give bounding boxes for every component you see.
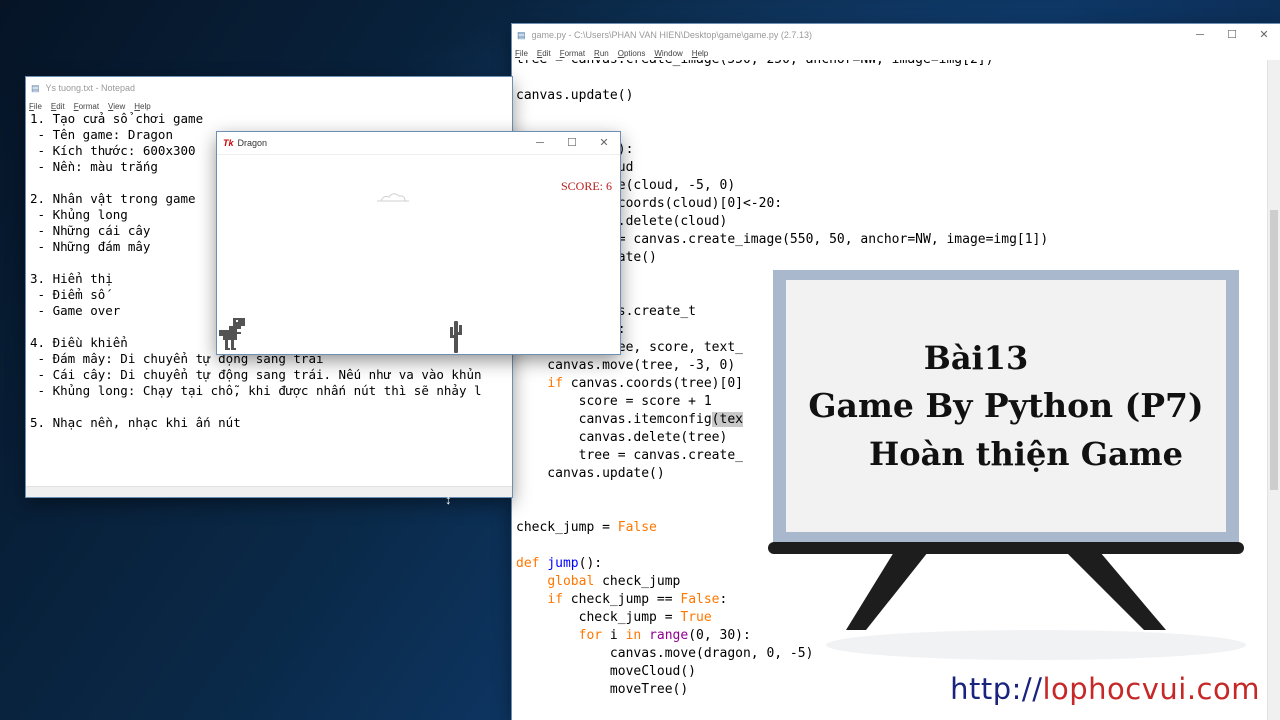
vertical-scrollbar[interactable] [1267, 60, 1280, 720]
board-legs [846, 552, 1166, 630]
menu-options[interactable]: Options [618, 49, 646, 58]
board-shadow [826, 630, 1246, 660]
cactus-icon [450, 321, 462, 353]
menu-view[interactable]: View [108, 102, 125, 111]
menu-run[interactable]: Run [594, 49, 609, 58]
idle-titlebar[interactable]: ▤ game.py - C:\Users\PHAN VAN HIEN\Deskt… [512, 24, 1280, 46]
title-board: Bài13 Game By Python (P7) Hoàn thiện Gam… [766, 268, 1246, 660]
notepad-icon: ▤ [31, 82, 40, 93]
dinosaur-icon [219, 318, 245, 350]
menu-window[interactable]: Window [654, 49, 682, 58]
menu-edit[interactable]: Edit [51, 102, 65, 111]
dragon-titlebar[interactable]: Tk Dragon ─ ☐ ✕ [217, 132, 620, 154]
lesson-title: Game By Python (P7) [808, 386, 1204, 425]
notepad-title: Ys tuong.txt - Notepad [45, 83, 136, 93]
maximize-icon[interactable]: ☐ [556, 132, 588, 154]
website-watermark: http://lophocvui.com [950, 672, 1260, 706]
dragon-title: Dragon [237, 138, 268, 148]
menu-edit[interactable]: Edit [537, 49, 551, 58]
idle-title: game.py - C:\Users\PHAN VAN HIEN\Desktop… [531, 30, 812, 40]
menu-format[interactable]: Format [74, 102, 99, 111]
menu-file[interactable]: File [29, 102, 42, 111]
maximize-icon[interactable]: ☐ [1216, 24, 1248, 46]
close-icon[interactable]: ✕ [1248, 24, 1280, 46]
notepad-titlebar[interactable]: ▤ Ys tuong.txt - Notepad [26, 77, 512, 99]
horizontal-scrollbar[interactable] [26, 486, 512, 497]
tk-icon: Tk [223, 138, 234, 148]
menu-help[interactable]: Help [692, 49, 708, 58]
menu-file[interactable]: File [515, 49, 528, 58]
menu-help[interactable]: Help [134, 102, 150, 111]
scrollbar-thumb[interactable] [1270, 210, 1278, 490]
lesson-number: Bài13 [923, 339, 1029, 377]
cloud-icon [377, 193, 409, 202]
score-label: SCORE: 6 [560, 179, 612, 193]
minimize-icon[interactable]: ─ [1184, 24, 1216, 46]
game-canvas[interactable]: SCORE: 6 [217, 154, 620, 354]
minimize-icon[interactable]: ─ [524, 132, 556, 154]
close-icon[interactable]: ✕ [588, 132, 620, 154]
lesson-subtitle: Hoàn thiện Game [869, 435, 1183, 473]
idle-menubar: File Edit Format Run Options Window Help [512, 46, 1280, 60]
dragon-game-window[interactable]: Tk Dragon ─ ☐ ✕ SCORE: 6 [217, 132, 620, 354]
resize-cursor-icon: ↕ [445, 492, 452, 507]
board-screen: Bài13 Game By Python (P7) Hoàn thiện Gam… [786, 280, 1226, 532]
python-file-icon: ▤ [517, 29, 526, 40]
menu-format[interactable]: Format [560, 49, 585, 58]
